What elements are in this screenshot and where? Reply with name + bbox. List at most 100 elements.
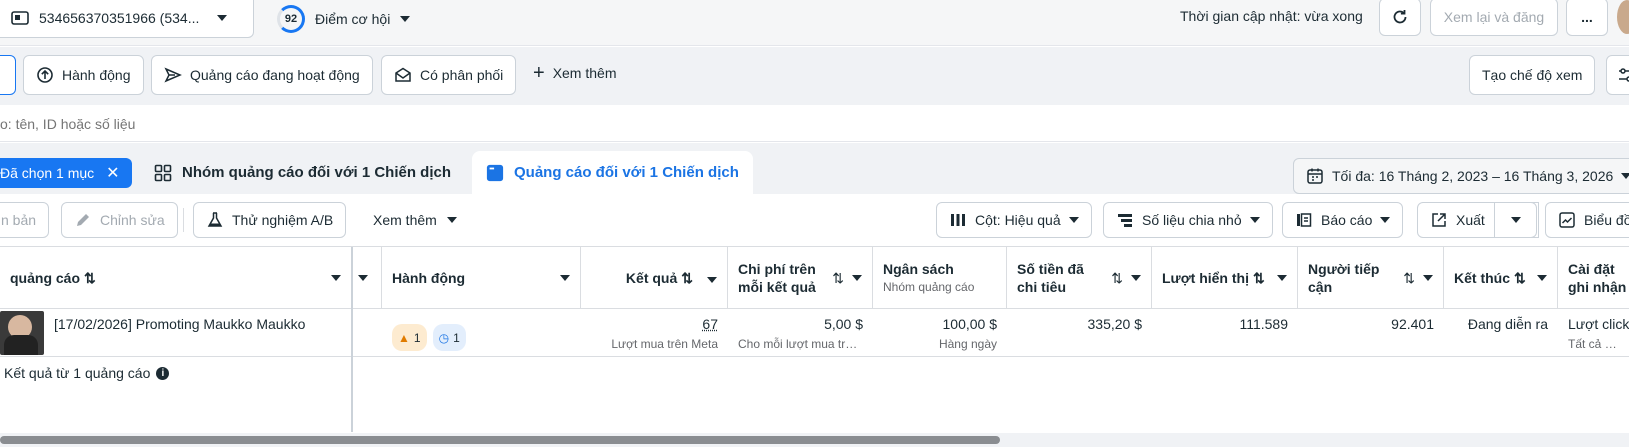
columns-icon	[949, 211, 967, 229]
tab-adsets[interactable]: Nhóm quảng cáo đối với 1 Chiến dịch	[140, 151, 465, 194]
chevron-down-icon	[1249, 217, 1260, 223]
warning-badge[interactable]: ▲ 1	[392, 324, 427, 351]
col-impressions-label: Lượt hiển thị	[1162, 270, 1249, 286]
search-row	[0, 106, 1629, 142]
close-icon[interactable]: ✕	[106, 163, 119, 183]
chevron-down-icon	[400, 16, 411, 22]
col-ad-name[interactable]: quảng cáo ⇅	[0, 247, 352, 309]
ad-name[interactable]: [17/02/2026] Promoting Maukko Maukko	[54, 316, 305, 332]
toolbar-see-more[interactable]: Xem thêm	[373, 212, 457, 228]
col-actions[interactable]: Hành động	[382, 247, 581, 309]
chevron-down-icon[interactable]	[1131, 275, 1141, 281]
export-icon	[1430, 211, 1448, 229]
ad-icon	[486, 164, 504, 182]
sort-icon[interactable]: ⇅	[1514, 270, 1526, 287]
grid-icon	[154, 164, 172, 182]
duplicate-button[interactable]: n bản	[0, 202, 50, 238]
col-amount-spent[interactable]: Số tiền đã chi tiêu ⇅	[1007, 247, 1152, 309]
col-results[interactable]: Kết quả ⇅	[581, 247, 728, 309]
columns-button[interactable]: Cột: Hiệu quả	[936, 202, 1092, 238]
filter-edge-button[interactable]	[0, 55, 16, 95]
flask-icon	[206, 211, 224, 229]
chevron-down-icon[interactable]	[707, 277, 717, 283]
date-range-picker[interactable]: Tối đa: 16 Tháng 2, 2023 – 16 Tháng 3, 2…	[1293, 158, 1629, 194]
chevron-down-icon[interactable]	[358, 275, 368, 281]
frozen-column-divider	[351, 247, 353, 432]
account-selector[interactable]: 534656370351966 (534...	[0, 0, 254, 38]
ab-test-button[interactable]: Thử nghiệm A/B	[193, 202, 347, 238]
results-sub: Lượt mua trên Meta	[611, 337, 718, 351]
chevron-down-icon[interactable]	[331, 275, 341, 281]
toolbar: n bản Chỉnh sửa Thử nghiệm A/B Xem thêm …	[0, 194, 1629, 247]
col-ad-name-label: quảng cáo	[10, 270, 81, 286]
avatar[interactable]	[1617, 0, 1629, 34]
chevron-down-icon[interactable]	[852, 275, 862, 281]
col-impressions[interactable]: Lượt hiển thị ⇅	[1152, 247, 1298, 309]
tab-ads[interactable]: Quảng cáo đối với 1 Chiến dịch	[472, 151, 753, 194]
chevron-down-icon[interactable]	[1277, 275, 1287, 281]
warning-icon: ▲	[398, 330, 410, 345]
chevron-down-icon[interactable]	[1423, 275, 1433, 281]
chart-icon	[1558, 211, 1576, 229]
attribution-sub: Tất cả lượt c	[1568, 337, 1619, 351]
chevron-down-icon[interactable]	[1537, 275, 1547, 281]
scrollbar-thumb[interactable]	[0, 436, 1000, 444]
selected-chip[interactable]: Đã chọn 1 mục ✕	[0, 158, 132, 188]
edit-label: Chỉnh sửa	[100, 212, 165, 228]
edit-button[interactable]: Chỉnh sửa	[61, 202, 178, 238]
sort-icon[interactable]: ⇅	[1111, 270, 1123, 287]
refresh-button[interactable]	[1379, 0, 1421, 36]
arrow-up-circle-icon	[36, 66, 54, 84]
pencil-icon	[74, 211, 92, 229]
ends-value: Đang diễn ra	[1467, 316, 1548, 332]
sort-icon[interactable]: ⇅	[832, 270, 844, 287]
col-reach[interactable]: Người tiếp cận ⇅	[1298, 247, 1444, 309]
export-dropdown[interactable]	[1494, 202, 1537, 238]
create-view-button[interactable]: Tạo chế độ xem	[1469, 55, 1596, 95]
cost-per-result-value: 5,00 $	[824, 316, 863, 332]
col-cost-per-result[interactable]: Chi phí trên mỗi kết quả ⇅	[728, 247, 873, 309]
top-bar: 534656370351966 (534... 92 Điểm cơ hội T…	[0, 0, 1629, 46]
budget-value[interactable]: 100,00 $	[943, 316, 998, 332]
table-row[interactable]: [17/02/2026] Promoting Maukko Maukko ▲ 1…	[0, 310, 1629, 357]
col-attribution-label: Cài đặt ghi nhận	[1568, 261, 1627, 295]
reports-label: Báo cáo	[1321, 212, 1373, 228]
filter-active-ads[interactable]: Quảng cáo đang hoạt động	[151, 55, 373, 95]
breakdown-button[interactable]: Số liệu chia nhỏ	[1103, 202, 1273, 238]
sort-icon[interactable]: ⇅	[681, 270, 693, 287]
attribution-value: Lượt click	[1568, 316, 1629, 332]
search-input[interactable]	[0, 110, 900, 138]
budget-sub: Hàng ngày	[938, 337, 997, 351]
results-value[interactable]: 67	[702, 316, 718, 332]
col-ends[interactable]: Kết thúc ⇅	[1444, 247, 1558, 309]
horizontal-scrollbar[interactable]	[0, 433, 1629, 447]
charts-button[interactable]: Biểu đồ	[1545, 202, 1629, 238]
reports-button[interactable]: Báo cáo	[1282, 202, 1404, 238]
filter-see-more[interactable]: + Xem thêm	[533, 63, 617, 83]
charts-label: Biểu đồ	[1584, 212, 1629, 228]
opportunity-score[interactable]: 92 Điểm cơ hội	[277, 5, 411, 33]
filter-delivery[interactable]: Có phân phối	[381, 55, 517, 95]
col-cost-label: Chi phí trên mỗi kết quả	[738, 261, 816, 295]
sort-icon[interactable]: ⇅	[84, 270, 96, 287]
breakdown-label: Số liệu chia nhỏ	[1142, 212, 1242, 228]
chevron-down-icon	[1380, 217, 1391, 223]
col-delivery[interactable]	[352, 247, 382, 309]
filter-actions[interactable]: Hành động	[23, 55, 144, 95]
col-attribution[interactable]: Cài đặt ghi nhận	[1558, 247, 1629, 309]
mail-open-icon	[394, 66, 412, 84]
col-budget[interactable]: Ngân sách Nhóm quảng cáo	[873, 247, 1007, 309]
view-settings-button[interactable]	[1606, 55, 1629, 95]
more-options-button[interactable]: ...	[1566, 0, 1608, 36]
chevron-down-icon[interactable]	[560, 275, 570, 281]
review-publish-button[interactable]: Xem lại và đăng	[1430, 0, 1558, 36]
sort-icon[interactable]: ⇅	[1253, 270, 1265, 287]
ad-account-icon	[11, 9, 29, 27]
info-badge[interactable]: ◷ 1	[432, 324, 466, 351]
col-spent-label: Số tiền đã chi tiêu	[1017, 261, 1084, 295]
sort-icon[interactable]: ⇅	[1403, 270, 1415, 287]
info-icon[interactable]: i	[156, 366, 170, 380]
toolbar-divider	[183, 208, 184, 232]
summary-label: Kết quả từ 1 quảng cáo	[4, 365, 151, 381]
chevron-down-icon	[1068, 217, 1079, 223]
